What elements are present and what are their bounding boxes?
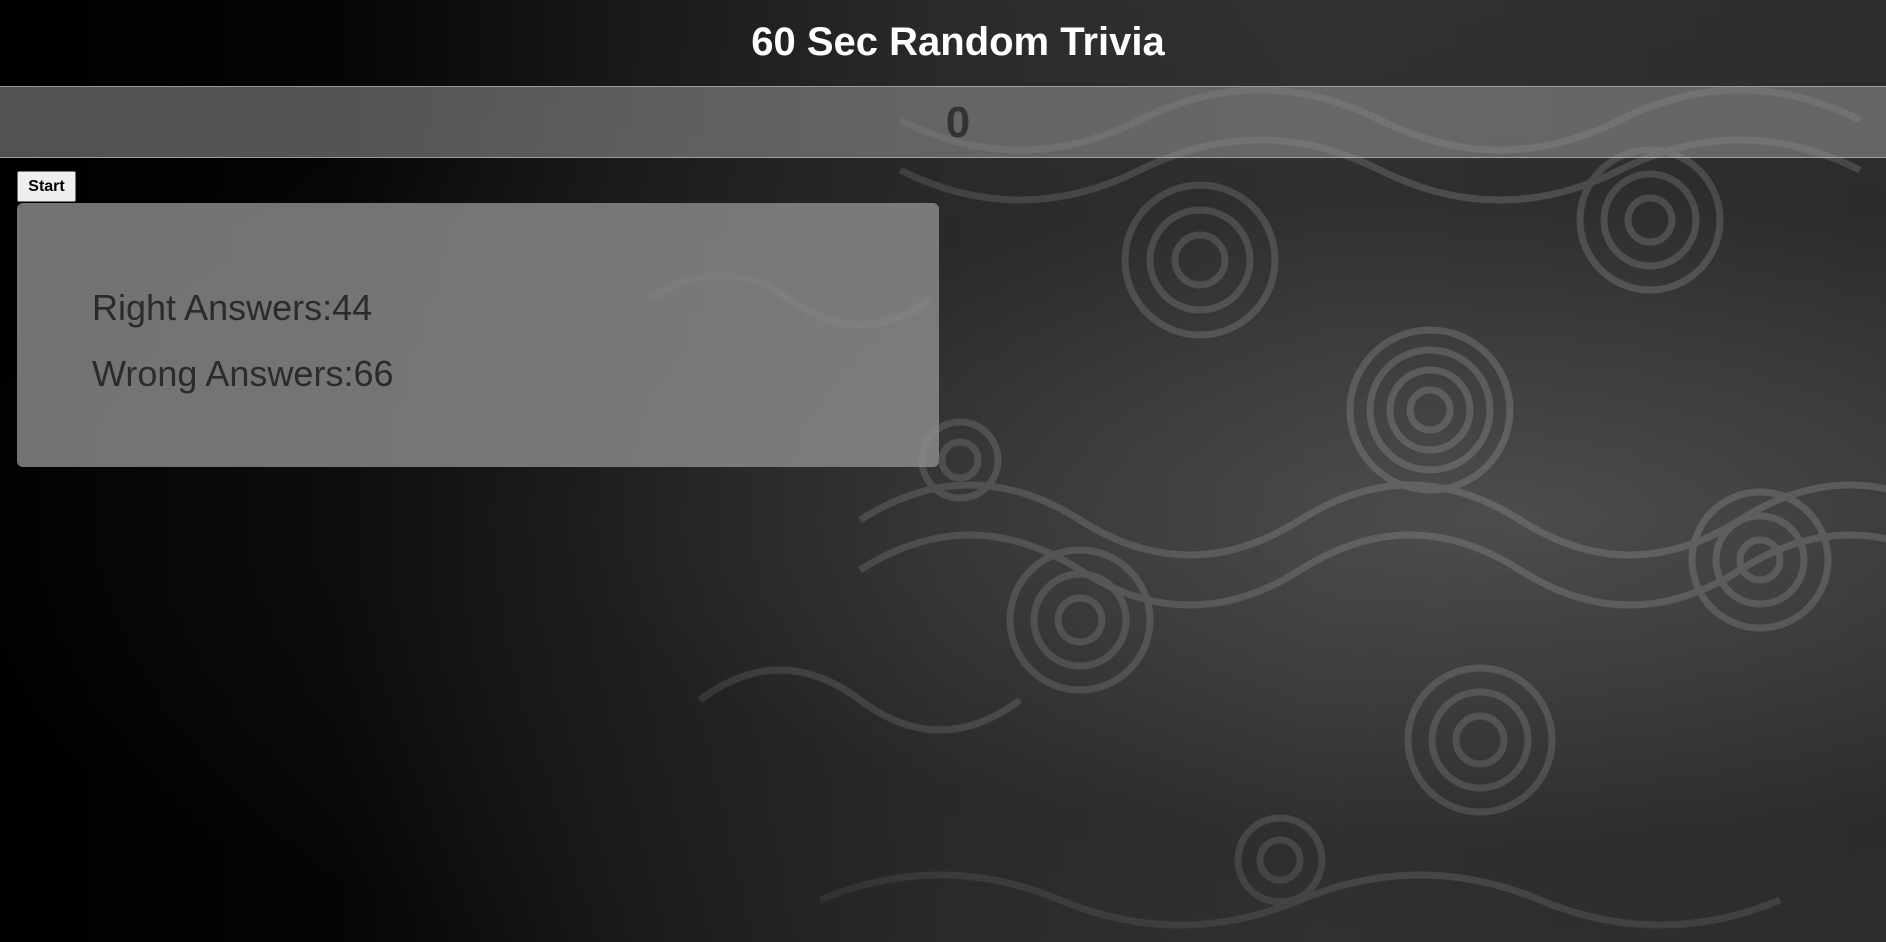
timer-countdown-value: 0	[945, 98, 971, 147]
right-answers-count: 44	[332, 287, 373, 328]
right-answers-line: Right Answers:44	[92, 287, 372, 329]
start-button[interactable]: Start	[17, 171, 76, 202]
timer-bar: 0	[0, 86, 1886, 158]
wrong-answers-line: Wrong Answers:66	[92, 353, 394, 395]
wrong-answers-label: Wrong Answers:	[92, 353, 354, 394]
results-panel: Right Answers:44 Wrong Answers:66	[17, 203, 939, 467]
right-answers-label: Right Answers:	[92, 287, 333, 328]
page-title: 60 Sec Random Trivia	[751, 20, 1165, 64]
wrong-answers-count: 66	[353, 353, 394, 394]
